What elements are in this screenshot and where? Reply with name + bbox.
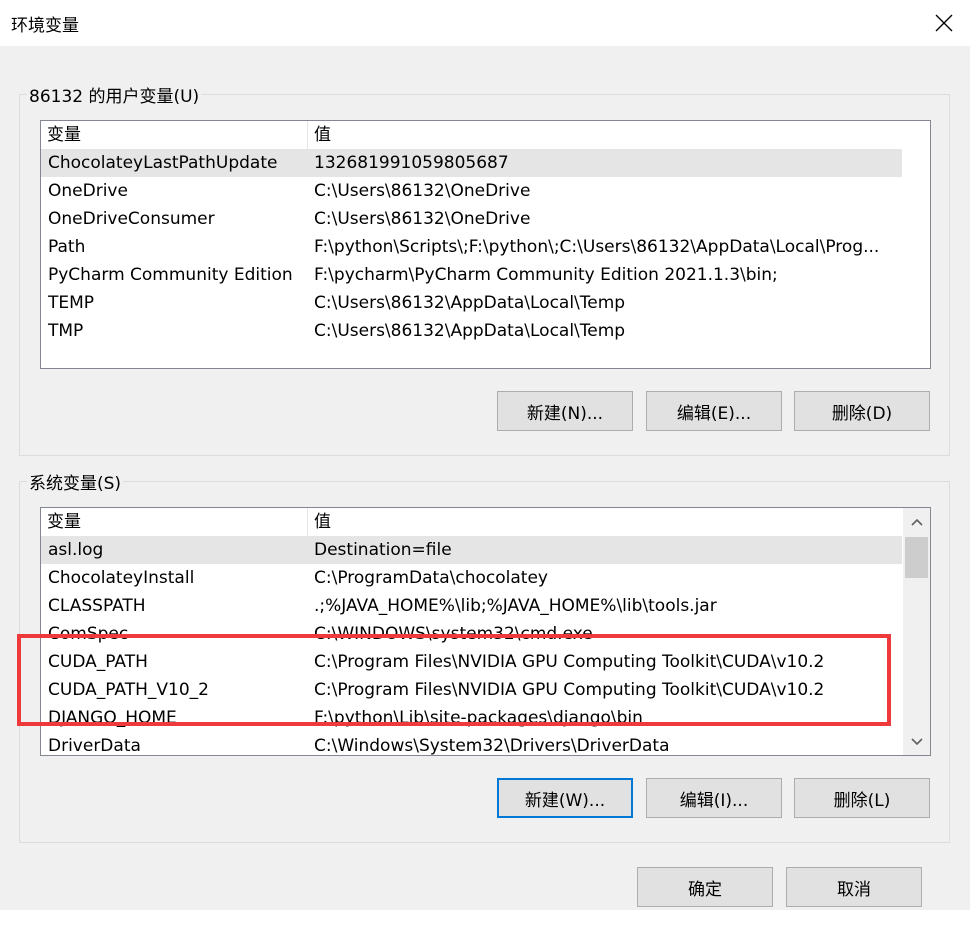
variable-name-cell: OneDrive — [48, 181, 128, 201]
column-header-variable[interactable]: 变量 — [41, 508, 308, 536]
system-variables-label: 系统变量(S) — [27, 469, 124, 494]
user-variables-header: 变量 值 — [41, 121, 902, 150]
scrollbar-thumb[interactable] — [905, 537, 928, 578]
table-row[interactable]: asl.log Destination=file — [41, 536, 902, 564]
table-row[interactable]: DriverData C:\Windows\System32\Drivers\Dr… — [41, 732, 902, 756]
variable-value-cell: F:\pycharm\PyCharm Community Edition 202… — [314, 265, 778, 285]
scroll-up-arrow-icon[interactable] — [904, 512, 929, 532]
vertical-scrollbar[interactable] — [903, 508, 930, 755]
user-new-button[interactable]: 新建(N)... — [497, 391, 633, 431]
system-edit-button[interactable]: 编辑(I)... — [646, 778, 782, 818]
system-new-button[interactable]: 新建(W)... — [497, 778, 633, 818]
table-row[interactable]: TEMP C:\Users\86132\AppData\Local\Temp — [41, 289, 902, 317]
user-variables-list[interactable]: 变量 值 ChocolateyLastPathUpdate 13268199105… — [40, 120, 931, 369]
user-variables-label: 86132 的用户变量(U) — [27, 82, 202, 107]
background-window-strip — [0, 910, 970, 931]
variable-name-cell: PyCharm Community Edition — [48, 265, 293, 285]
variable-value-cell: C:\Users\86132\OneDrive — [314, 209, 531, 229]
variable-name-cell: ChocolateyInstall — [48, 568, 195, 588]
variable-name-cell: OneDriveConsumer — [48, 209, 215, 229]
variable-name-cell: ChocolateyLastPathUpdate — [48, 153, 278, 173]
table-row[interactable]: TMP C:\Users\86132\AppData\Local\Temp — [41, 317, 902, 345]
table-row[interactable]: PyCharm Community Edition F:\pycharm\PyCh… — [41, 261, 902, 289]
table-row[interactable]: CLASSPATH .;%JAVA_HOME%\lib;%JAVA_HOME%\l… — [41, 592, 902, 620]
column-header-value[interactable]: 值 — [308, 121, 902, 149]
variable-name-cell: Path — [48, 237, 86, 257]
variable-name-cell: asl.log — [48, 540, 104, 560]
user-edit-button[interactable]: 编辑(E)... — [646, 391, 782, 431]
system-delete-button[interactable]: 删除(L) — [794, 778, 930, 818]
close-button[interactable] — [918, 0, 970, 46]
variable-name-cell: TEMP — [48, 293, 95, 313]
variable-name-cell: TMP — [48, 321, 84, 341]
annotation-highlight-box — [17, 634, 891, 726]
table-row[interactable]: OneDriveConsumer C:\Users\86132\OneDrive — [41, 205, 902, 233]
table-row[interactable]: OneDrive C:\Users\86132\OneDrive — [41, 177, 902, 205]
variable-name-cell: CLASSPATH — [48, 596, 146, 616]
variable-value-cell: C:\Users\86132\AppData\Local\Temp — [314, 293, 626, 313]
column-header-variable[interactable]: 变量 — [41, 121, 308, 149]
table-row[interactable]: Path F:\python\Scripts\;F:\python\;C:\Use… — [41, 233, 902, 261]
variable-value-cell: 132681991059805687 — [314, 153, 509, 173]
cancel-button[interactable]: 取消 — [786, 867, 922, 907]
table-row[interactable]: ChocolateyLastPathUpdate 1326819910598056… — [41, 149, 902, 177]
variable-value-cell: Destination=file — [314, 540, 452, 560]
window-title: 环境变量 — [11, 16, 79, 36]
column-header-value[interactable]: 值 — [308, 508, 902, 536]
user-delete-button[interactable]: 删除(D) — [794, 391, 930, 431]
variable-value-cell: C:\Users\86132\AppData\Local\Temp — [314, 321, 626, 341]
variable-value-cell: C:\Users\86132\OneDrive — [314, 181, 531, 201]
table-row[interactable]: ChocolateyInstall C:\ProgramData\chocolat… — [41, 564, 902, 592]
variable-value-cell: C:\Windows\System32\Drivers\DriverData — [314, 736, 670, 756]
variable-value-cell: C:\ProgramData\chocolatey — [314, 568, 548, 588]
variable-value-cell: .;%JAVA_HOME%\lib;%JAVA_HOME%\lib\tools.… — [314, 596, 717, 616]
scroll-down-arrow-icon[interactable] — [904, 732, 929, 752]
variable-name-cell: DriverData — [48, 736, 141, 756]
title-bar: 环境变量 — [0, 0, 970, 46]
variable-value-cell: F:\python\Scripts\;F:\python\;C:\Users\8… — [314, 237, 880, 257]
ok-button[interactable]: 确定 — [637, 867, 773, 907]
system-variables-header: 变量 值 — [41, 508, 902, 537]
close-icon — [935, 14, 953, 32]
